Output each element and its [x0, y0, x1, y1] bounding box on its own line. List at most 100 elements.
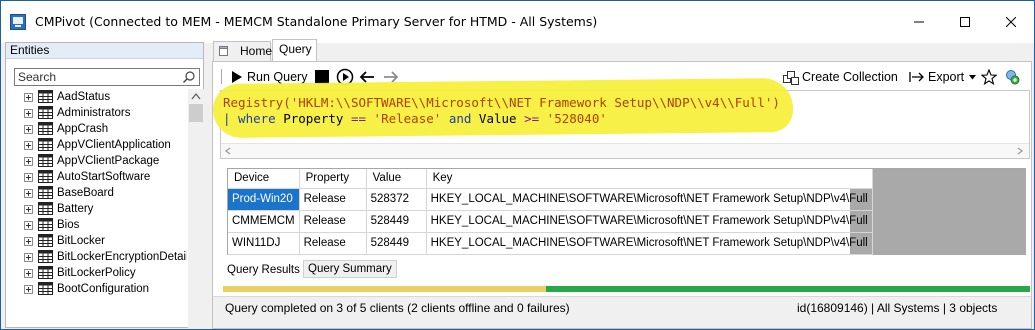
cell-property[interactable]: Release [299, 188, 367, 211]
export-arrow-icon [909, 72, 924, 82]
entity-item[interactable]: AppVClientApplication [6, 137, 187, 153]
minimize-button[interactable] [896, 1, 942, 43]
cell-key[interactable]: HKEY_LOCAL_MACHINE\SOFTWARE\Microsoft\NE… [426, 232, 873, 255]
entity-item-label: AppVClientPackage [57, 155, 160, 167]
table-row[interactable]: CMMEMCM Release 528449 HKEY_LOCAL_MACHIN… [228, 210, 873, 233]
entity-item[interactable]: AppVClientPackage [6, 153, 187, 169]
entities-scroll-thumb[interactable] [189, 104, 203, 122]
expand-plus-icon[interactable] [24, 125, 33, 134]
editor-horizontal-scrollbar[interactable] [221, 143, 1029, 158]
code-value: Value [471, 111, 525, 126]
expand-plus-icon[interactable] [24, 221, 33, 230]
cell-device[interactable]: CMMEMCM [228, 210, 300, 233]
column-header-property[interactable]: Property [299, 169, 367, 189]
tab-home[interactable]: Home [213, 41, 272, 61]
entity-item[interactable]: BitLockerEncryptionDetails [6, 249, 187, 265]
entity-item-label: AppCrash [57, 123, 109, 135]
table-icon [38, 90, 53, 103]
tab-query-label: Query [279, 42, 312, 56]
close-button[interactable] [988, 1, 1034, 43]
entity-item[interactable]: AppCrash [6, 121, 187, 137]
results-grid: Device Property Value Key Prod-Win20 Rel… [227, 168, 1026, 255]
expand-plus-icon[interactable] [24, 237, 33, 246]
title-bar[interactable]: CMPivot (Connected to MEM - MEMCM Standa… [1, 1, 1034, 43]
cell-value[interactable]: 528372 [366, 188, 427, 211]
tab-query-results[interactable]: Query Results [223, 260, 304, 280]
code-equals: == [350, 111, 367, 126]
table-row[interactable]: Prod-Win20 Release 528372 HKEY_LOCAL_MAC… [228, 188, 873, 211]
entities-scrollbar[interactable] [188, 89, 204, 329]
table-icon [38, 170, 53, 183]
cell-device[interactable]: Prod-Win20 [228, 188, 300, 211]
table-icon [38, 154, 53, 167]
maximize-button[interactable] [942, 1, 988, 43]
create-collection-button[interactable]: Create Collection [783, 68, 898, 86]
table-icon [38, 266, 53, 279]
entity-item[interactable]: Battery [6, 201, 187, 217]
query-pane: Run Query Create Collection Export Regis… [212, 61, 1032, 329]
status-summary: id(16809146) | All Systems | 3 objects [797, 301, 998, 315]
cell-device[interactable]: WIN11DJ [228, 232, 300, 255]
expand-plus-icon[interactable] [24, 189, 33, 198]
close-icon [1006, 17, 1016, 27]
cell-value[interactable]: 528449 [366, 232, 427, 255]
entity-item-label: AutoStartSoftware [57, 171, 151, 183]
column-header-key[interactable]: Key [426, 169, 873, 189]
query-code[interactable]: Registry('HKLM:\\SOFTWARE\\Microsoft\\NE… [223, 95, 780, 127]
entity-item[interactable]: Bios [6, 217, 187, 233]
scroll-left-arrow-icon[interactable] [225, 147, 231, 155]
cell-property[interactable]: Release [299, 210, 367, 233]
collection-icon [783, 71, 799, 85]
code-gte: >= [524, 111, 540, 126]
expand-plus-icon[interactable] [24, 109, 33, 118]
entity-item[interactable]: BaseBoard [6, 185, 187, 201]
expand-plus-icon[interactable] [24, 269, 33, 278]
table-icon [38, 122, 53, 135]
expand-plus-icon[interactable] [24, 253, 33, 262]
column-header-device[interactable]: Device [228, 169, 300, 189]
entity-item[interactable]: BitLocker [6, 233, 187, 249]
code-registry-close: ) [772, 95, 780, 110]
cell-key[interactable]: HKEY_LOCAL_MACHINE\SOFTWARE\Microsoft\NE… [426, 188, 873, 211]
entity-item-label: Battery [57, 203, 94, 215]
script-button[interactable] [1004, 68, 1020, 86]
cell-key[interactable]: HKEY_LOCAL_MACHINE\SOFTWARE\Microsoft\NE… [426, 210, 873, 233]
cell-value[interactable]: 528449 [366, 210, 427, 233]
tab-query-summary[interactable]: Query Summary [303, 260, 397, 278]
minimize-icon [914, 21, 924, 23]
favorite-button[interactable] [981, 68, 997, 86]
query-editor[interactable]: Registry('HKLM:\\SOFTWARE\\Microsoft\\NE… [212, 77, 1030, 159]
expand-plus-icon[interactable] [24, 285, 33, 294]
home-icon [219, 46, 228, 56]
expand-plus-icon[interactable] [24, 93, 33, 102]
create-collection-label: Create Collection [802, 70, 898, 84]
code-and: and [448, 111, 472, 126]
tab-query[interactable]: Query [272, 39, 317, 61]
table-row[interactable]: WIN11DJ Release 528449 HKEY_LOCAL_MACHIN… [228, 232, 873, 255]
scroll-up-arrow-icon[interactable] [191, 92, 201, 100]
window-title: CMPivot (Connected to MEM - MEMCM Standa… [35, 14, 598, 29]
code-property: Property [275, 111, 351, 126]
entity-item-label: BitLockerEncryptionDetails [57, 251, 187, 263]
status-message: Query completed on 3 of 5 clients (2 cli… [225, 301, 570, 315]
results-empty-area [850, 169, 1026, 254]
entity-item[interactable]: Administrators [6, 105, 187, 121]
entities-search-input[interactable] [15, 69, 175, 85]
entity-item[interactable]: AutoStartSoftware [6, 169, 187, 185]
script-settings-icon [1006, 70, 1020, 85]
column-header-value[interactable]: Value [366, 169, 427, 189]
entity-item-label: BitLocker [57, 235, 105, 247]
expand-plus-icon[interactable] [24, 141, 33, 150]
cell-property[interactable]: Release [299, 232, 367, 255]
entity-item[interactable]: AadStatus [6, 89, 187, 105]
search-icon[interactable] [182, 70, 196, 84]
scroll-right-arrow-icon[interactable] [1017, 147, 1023, 155]
entity-item[interactable]: BootConfiguration [6, 281, 187, 297]
export-dropdown[interactable]: Export [909, 68, 977, 86]
expand-plus-icon[interactable] [24, 205, 33, 214]
entities-header: Entities [6, 43, 203, 59]
expand-plus-icon[interactable] [24, 173, 33, 182]
entities-search-box[interactable] [14, 68, 200, 86]
entity-item[interactable]: BitLockerPolicy [6, 265, 187, 281]
expand-plus-icon[interactable] [24, 157, 33, 166]
